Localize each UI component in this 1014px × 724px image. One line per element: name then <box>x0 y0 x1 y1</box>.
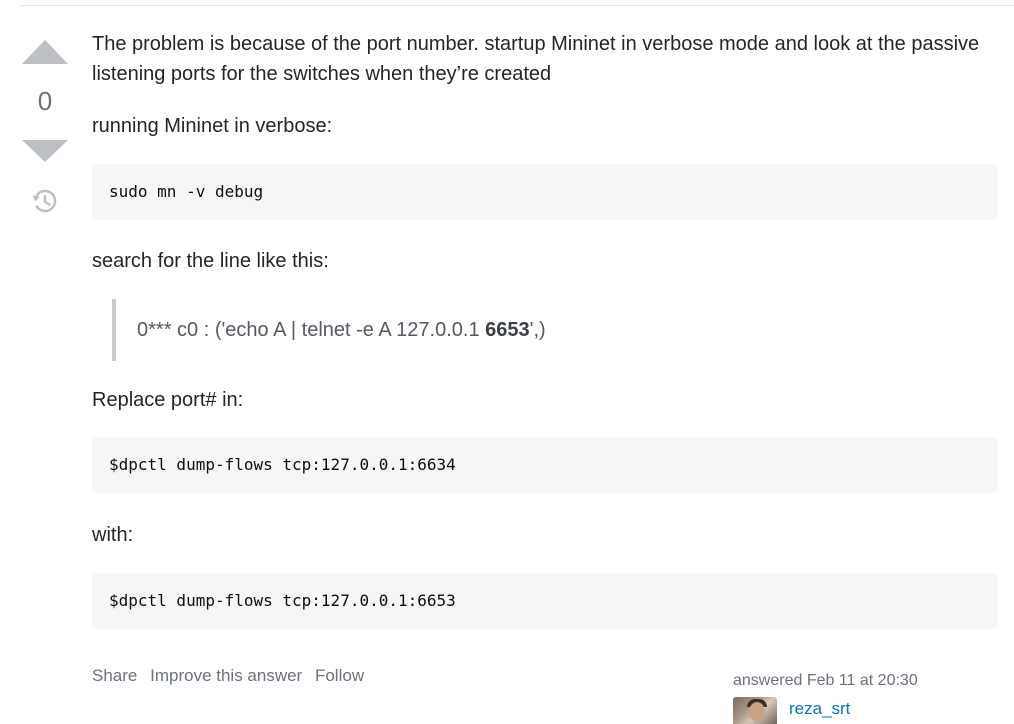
quote-port: 6653 <box>485 319 530 341</box>
replace-label: Replace port# in: <box>92 389 244 411</box>
share-link[interactable]: Share <box>92 666 137 685</box>
user-signature: answered Feb 11 at 20:30 reza_srt <box>733 670 993 724</box>
improve-answer-link[interactable]: Improve this answer <box>150 666 302 685</box>
post-menu: Share Improve this answer Follow <box>92 666 372 686</box>
vote-up-button[interactable] <box>22 40 68 64</box>
running-label: running Mininet in verbose: <box>92 115 333 137</box>
vote-down-button[interactable] <box>22 140 68 162</box>
follow-link[interactable]: Follow <box>315 666 364 685</box>
code-block-mn: sudo mn -v debug <box>92 164 998 220</box>
search-label: search for the line like this: <box>92 250 329 272</box>
quote-prefix: 0*** c0 : ('echo A | telnet -e A 127.0.0… <box>137 319 486 341</box>
avatar-face <box>749 702 765 722</box>
blockquote: 0*** c0 : ('echo A | telnet -e A 127.0.0… <box>112 299 546 361</box>
top-divider <box>20 5 1014 6</box>
code-block-dpctl-old: $dpctl dump-flows tcp:127.0.0.1:6634 <box>92 437 998 493</box>
username-link[interactable]: reza_srt <box>789 699 850 719</box>
intro-paragraph: The problem is because of the port numbe… <box>92 33 980 85</box>
vote-count: 0 <box>37 86 53 116</box>
quote-suffix: ',) <box>529 319 546 341</box>
history-icon[interactable] <box>32 188 58 214</box>
with-label: with: <box>92 524 134 546</box>
avatar[interactable] <box>733 697 777 724</box>
code-block-dpctl-new: $dpctl dump-flows tcp:127.0.0.1:6653 <box>92 573 998 629</box>
blockquote-text: 0*** c0 : ('echo A | telnet -e A 127.0.0… <box>137 315 546 345</box>
answered-timestamp: answered Feb 11 at 20:30 <box>733 672 918 689</box>
